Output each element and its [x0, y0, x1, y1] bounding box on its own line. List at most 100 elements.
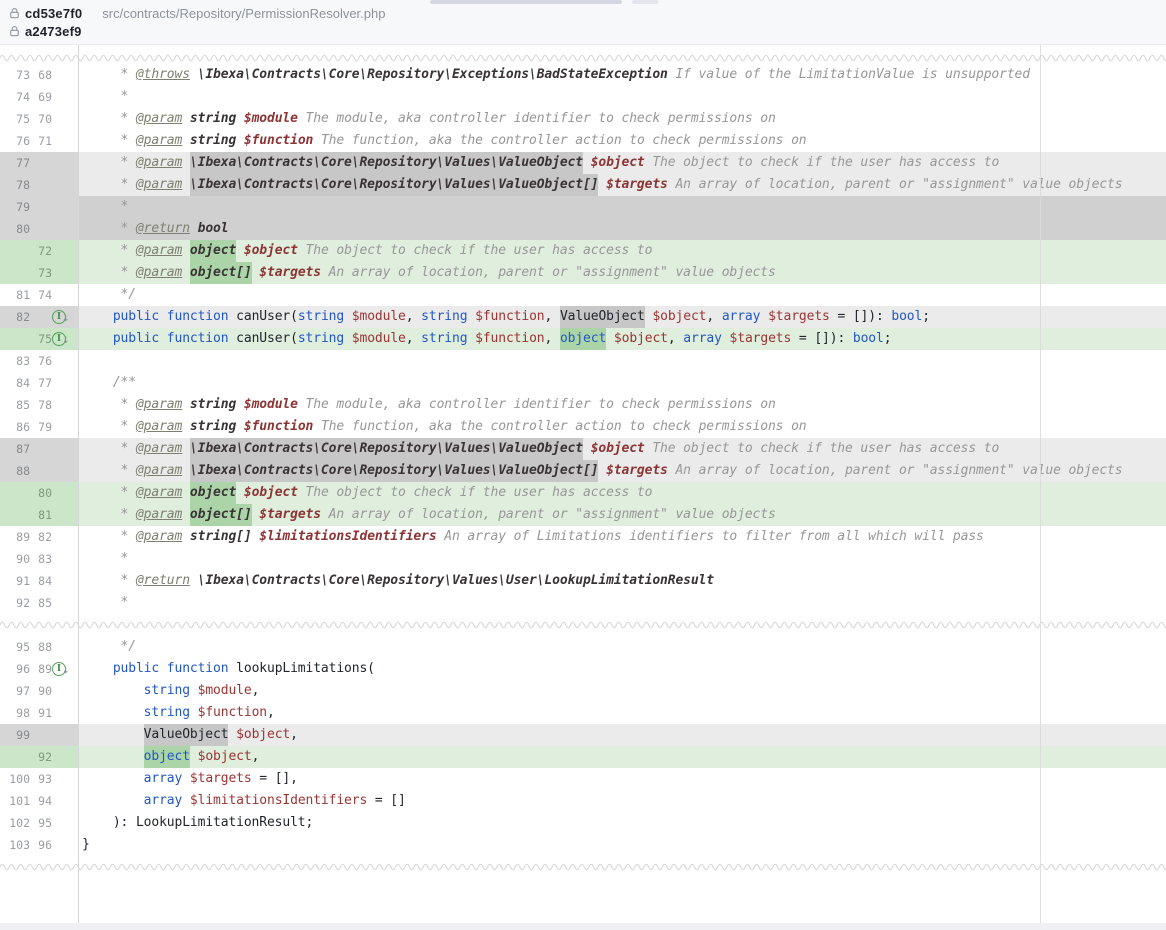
- code-line[interactable]: * @param string $module The module, aka …: [78, 394, 1166, 416]
- diff-row: 88 * @param \Ibexa\Contracts\Core\Reposi…: [0, 460, 1166, 482]
- implemented-method-icon[interactable]: I↓: [52, 661, 72, 677]
- code-line[interactable]: * @param \Ibexa\Contracts\Core\Repositor…: [78, 460, 1166, 482]
- line-number-old: 103: [0, 834, 30, 856]
- top-scrollbar-thumb[interactable]: [430, 0, 622, 4]
- code-line[interactable]: *: [78, 86, 1166, 108]
- code-token: [182, 463, 190, 478]
- code-token: bool: [891, 309, 922, 324]
- code-token: $function: [244, 419, 313, 434]
- code-token: array: [722, 309, 761, 324]
- code-token: [182, 507, 190, 522]
- code-line[interactable]: * @param string[] $limitationsIdentifier…: [78, 526, 1166, 548]
- code-line[interactable]: * @param \Ibexa\Contracts\Core\Repositor…: [78, 174, 1166, 196]
- code-line[interactable]: * @throws \Ibexa\Contracts\Core\Reposito…: [78, 64, 1166, 86]
- gutter-cell: 75I↓: [0, 328, 78, 350]
- code-line[interactable]: [78, 350, 1166, 372]
- code-token: canUser: [236, 309, 290, 324]
- code-line[interactable]: * @return \Ibexa\Contracts\Core\Reposito…: [78, 570, 1166, 592]
- code-token: $object: [614, 331, 668, 346]
- code-line[interactable]: * @param string $function The function, …: [78, 130, 1166, 152]
- diff-row: 10093 array $targets = [],: [0, 768, 1166, 790]
- gutter-cell: 8477: [0, 372, 78, 394]
- code-token: [182, 155, 190, 170]
- code-line[interactable]: string $module,: [78, 680, 1166, 702]
- code-line[interactable]: * @param \Ibexa\Contracts\Core\Repositor…: [78, 152, 1166, 174]
- code-token: [606, 331, 614, 346]
- collapsed-region-separator[interactable]: [0, 614, 1166, 636]
- code-line[interactable]: * @param string $module The module, aka …: [78, 108, 1166, 130]
- code-line[interactable]: */: [78, 636, 1166, 658]
- code-line[interactable]: *: [78, 196, 1166, 218]
- code-token: *: [82, 243, 136, 258]
- file-path[interactable]: src/contracts/Repository/PermissionResol…: [102, 6, 385, 21]
- code-token: *: [82, 507, 136, 522]
- code-token: string: [190, 419, 236, 434]
- code-token: [82, 793, 144, 808]
- code-token: ,: [706, 309, 721, 324]
- gutter-cell: 87: [0, 438, 78, 460]
- commit-hash-new[interactable]: a2473ef9: [25, 24, 82, 39]
- code-token: *: [82, 441, 136, 456]
- code-line[interactable]: * @param \Ibexa\Contracts\Core\Repositor…: [78, 438, 1166, 460]
- code-token: $function: [244, 133, 313, 148]
- code-line[interactable]: * @param object[] $targets An array of l…: [78, 504, 1166, 526]
- code-token: $limitationsIdentifiers: [259, 529, 436, 544]
- code-line[interactable]: public function lookupLimitations(: [78, 658, 1166, 680]
- top-scrollbar-thumb-small[interactable]: [632, 0, 658, 4]
- line-number-new: 72: [30, 240, 52, 262]
- gutter-cell: 8679: [0, 416, 78, 438]
- code-token: ,: [545, 331, 560, 346]
- code-line[interactable]: * @param object $object The object to ch…: [78, 482, 1166, 504]
- gutter-cell: 77: [0, 152, 78, 174]
- code-line[interactable]: ValueObject $object,: [78, 724, 1166, 746]
- code-token: *: [82, 177, 136, 192]
- line-number-new: 84: [30, 570, 52, 592]
- code-line[interactable]: *: [78, 548, 1166, 570]
- code-line[interactable]: * @param object $object The object to ch…: [78, 240, 1166, 262]
- line-number-old: 92: [0, 592, 30, 614]
- collapsed-region-separator[interactable]: [0, 44, 1166, 64]
- code-token: [182, 529, 190, 544]
- line-number-old: 79: [0, 196, 30, 218]
- code-token: [82, 705, 144, 720]
- code-line[interactable]: public function canUser(string $module, …: [78, 306, 1166, 328]
- line-number-new: 70: [30, 108, 52, 130]
- code-token: [82, 309, 113, 324]
- code-token: [190, 683, 198, 698]
- code-line[interactable]: * @return bool: [78, 218, 1166, 240]
- down-arrow-icon: ↓: [62, 666, 70, 676]
- gutter-cell: 7368: [0, 64, 78, 86]
- code-line[interactable]: }: [78, 834, 1166, 856]
- implemented-method-icon[interactable]: I↓: [52, 309, 72, 325]
- code-token: @param: [136, 485, 182, 500]
- code-token: The object to check if the user has acce…: [645, 441, 1000, 456]
- line-number-new: 88: [30, 636, 52, 658]
- code-token: string: [144, 705, 190, 720]
- code-line[interactable]: *: [78, 592, 1166, 614]
- collapsed-region-separator[interactable]: [0, 856, 1166, 878]
- code-line[interactable]: /**: [78, 372, 1166, 394]
- code-line[interactable]: string $function,: [78, 702, 1166, 724]
- line-number-new: 80: [30, 482, 52, 504]
- implemented-method-icon[interactable]: I↓: [52, 331, 72, 347]
- commit-hash-old[interactable]: cd53e7f0: [25, 6, 82, 21]
- code-token: [82, 331, 113, 346]
- diff-row: 99 ValueObject $object,: [0, 724, 1166, 746]
- code-line[interactable]: object $object,: [78, 746, 1166, 768]
- line-number-new: 94: [30, 790, 52, 812]
- code-line[interactable]: */: [78, 284, 1166, 306]
- code-line[interactable]: array $limitationsIdentifiers = []: [78, 790, 1166, 812]
- code-line[interactable]: * @param string $function The function, …: [78, 416, 1166, 438]
- changed-word: \Ibexa\Contracts\Core\Repository\Values\…: [190, 174, 598, 196]
- code-token: [190, 221, 198, 236]
- code-line[interactable]: ): LookupLimitationResult;: [78, 812, 1166, 834]
- code-token: [190, 749, 198, 764]
- code-token: $function: [198, 705, 267, 720]
- gutter-cell: 10396: [0, 834, 78, 856]
- code-token: $targets: [259, 265, 321, 280]
- line-number-new: 74: [30, 284, 52, 306]
- code-line[interactable]: public function canUser(string $module, …: [78, 328, 1166, 350]
- code-line[interactable]: * @param object[] $targets An array of l…: [78, 262, 1166, 284]
- code-token: [467, 309, 475, 324]
- code-line[interactable]: array $targets = [],: [78, 768, 1166, 790]
